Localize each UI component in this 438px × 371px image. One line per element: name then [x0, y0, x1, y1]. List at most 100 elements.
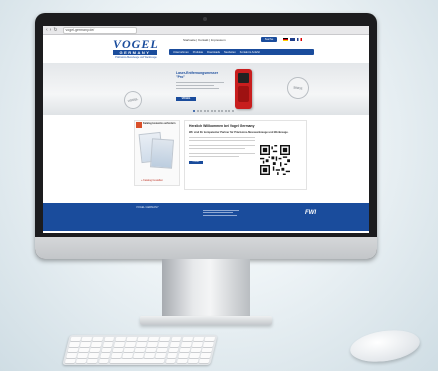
catalog-badge-icon — [136, 122, 142, 128]
slide-dot[interactable] — [196, 110, 199, 112]
keyboard-key — [103, 337, 115, 342]
keyboard-key — [188, 353, 201, 358]
nav-item-downloads[interactable]: Downloads — [207, 51, 220, 54]
site-header: VOGEL GERMANY Präzisions-Messzeuge und W… — [43, 35, 369, 63]
footer-seal-text: VOGEL GERMANY — [136, 206, 159, 209]
keyboard-key — [79, 342, 92, 347]
keyboard-key — [102, 342, 114, 347]
browser-toolbar: ‹ › ↻ vogel-germany.de/ — [43, 26, 369, 35]
slide-dot[interactable] — [214, 110, 216, 112]
hero-title: Laser-Entfernungsmesser "Pro" — [176, 71, 219, 79]
keyboard-key — [144, 353, 156, 358]
language-flags — [283, 38, 302, 41]
slide-dot[interactable] — [231, 110, 234, 112]
device-keypad — [238, 86, 249, 102]
main-navigation: Unternehmen Produkte Downloads Neuheiten… — [169, 49, 314, 55]
address-bar[interactable]: vogel-germany.de/ — [62, 26, 137, 34]
keyboard-key — [78, 347, 90, 353]
keyboard-key — [66, 353, 78, 358]
nav-item-products[interactable]: Produkte — [193, 51, 203, 54]
slide-dot[interactable] — [207, 110, 209, 112]
keyboard-key — [193, 337, 205, 342]
hero-text: Laser-Entfernungsmesser "Pro" — [176, 71, 224, 91]
hero-brand-logo: VOGEL — [176, 97, 196, 101]
nav-item-company[interactable]: Unternehmen — [173, 51, 189, 54]
nav-item-news[interactable]: Neuheiten — [224, 51, 236, 54]
keyboard-key — [198, 358, 210, 363]
keyboard-key — [70, 337, 82, 342]
german-flag-icon[interactable] — [283, 38, 288, 41]
keyboard-key — [124, 342, 136, 347]
welcome-brand-logo: VOGEL — [189, 161, 203, 164]
top-navigation[interactable]: Startseite | Kontakt | Impressum — [183, 38, 226, 42]
content-area: Katalog kostenlos anfordern » Katalog be… — [43, 115, 369, 203]
hero-description-lines — [176, 82, 224, 89]
keyboard-key — [159, 337, 171, 342]
camera-icon — [203, 17, 207, 21]
welcome-lead: Wir sind Ihr kompetenter Partner für Prä… — [189, 131, 289, 134]
keyboard-key — [165, 358, 177, 363]
keyboard-key — [126, 337, 138, 342]
slide-dot[interactable] — [228, 110, 230, 112]
slide-dot[interactable] — [203, 110, 206, 112]
french-flag-icon[interactable] — [297, 38, 302, 41]
search-button[interactable]: Suche — [261, 37, 277, 42]
keyboard-key — [87, 358, 99, 363]
keyboard-key — [88, 353, 100, 358]
keyboard-key — [68, 342, 80, 347]
monitor-chin — [35, 237, 377, 259]
keyboard-key — [112, 347, 124, 353]
welcome-panel: Herzlich Willkommen bei Vogel Germany Wi… — [184, 120, 307, 190]
welcome-text-lines — [189, 137, 255, 157]
keyboard-key — [179, 347, 191, 353]
keyboard-key — [146, 342, 159, 347]
monitor-screen: ‹ › ↻ vogel-germany.de/ VOGEL GERMANY Pr… — [43, 26, 369, 233]
keyboard-key — [77, 353, 89, 358]
footer-address-lines — [203, 208, 239, 217]
keyboard-key — [187, 358, 199, 363]
keyboard-key — [98, 358, 110, 363]
back-icon[interactable]: ‹ — [46, 27, 48, 33]
device-display — [238, 73, 249, 83]
slide-dot[interactable] — [210, 110, 213, 112]
keyboard-key — [169, 342, 181, 347]
keyboard-key — [156, 347, 168, 353]
footer-brand-logo: FWI — [305, 210, 316, 216]
slide-dot[interactable] — [217, 110, 220, 112]
imac-monitor: ‹ › ↻ vogel-germany.de/ VOGEL GERMANY Pr… — [35, 13, 377, 259]
laser-meter-product-image[interactable] — [235, 69, 252, 109]
keyboard — [62, 335, 218, 365]
catalog-order-link[interactable]: » Katalog bestellen — [141, 179, 163, 182]
keyboard-key — [201, 347, 213, 353]
catalog-cover-image[interactable] — [150, 138, 174, 169]
keyboard-key — [200, 353, 212, 358]
keyboard-key — [67, 347, 79, 353]
slide-dot[interactable] — [224, 110, 227, 112]
logo-subtitle: GERMANY — [113, 50, 157, 55]
site-footer: VOGEL GERMANY FWI — [43, 203, 369, 231]
forward-icon[interactable]: › — [50, 27, 52, 33]
keyboard-key — [114, 337, 126, 342]
quality-seal-right: SINCE — [285, 75, 311, 101]
keyboard-key — [167, 347, 180, 353]
slide-dot[interactable] — [200, 110, 202, 112]
keyboard-key — [121, 353, 133, 358]
quality-seal-left: VOGEL — [122, 89, 144, 111]
keyboard-key — [133, 353, 145, 358]
keyboard-spacebar — [109, 358, 166, 363]
keyboard-key — [137, 337, 149, 342]
slide-dot[interactable] — [221, 110, 223, 112]
keyboard-key — [148, 337, 160, 342]
site-tagline: Präzisions-Messzeuge und Werkzeuge — [115, 56, 157, 59]
monitor-stand-base — [140, 316, 272, 325]
uk-flag-icon[interactable] — [290, 38, 295, 41]
vogel-logo[interactable]: VOGEL GERMANY — [113, 38, 158, 55]
reload-icon[interactable]: ↻ — [53, 27, 57, 33]
keyboard-key — [202, 342, 214, 347]
keyboard-key — [158, 342, 170, 347]
keyboard-key — [145, 347, 157, 353]
slide-dot[interactable] — [193, 110, 195, 112]
nav-item-contact[interactable]: Kontakt & Anfahrt — [240, 51, 260, 54]
qr-code-icon[interactable] — [260, 145, 290, 175]
keyboard-key — [155, 353, 167, 358]
